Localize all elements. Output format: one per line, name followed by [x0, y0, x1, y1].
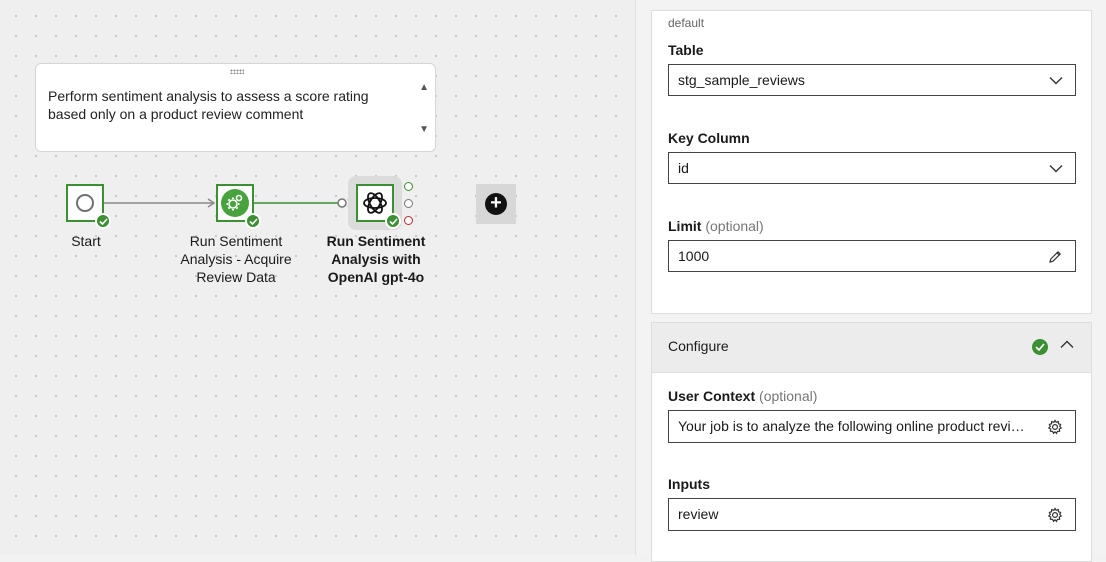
node-start[interactable]	[66, 184, 111, 229]
properties-panel: default Table stg_sample_reviews Key Col…	[635, 0, 1106, 562]
pencil-icon[interactable]	[1047, 249, 1063, 265]
inputs-label: Inputs	[668, 476, 710, 492]
output-port-default[interactable]	[404, 199, 413, 208]
success-check-icon	[245, 213, 261, 229]
success-check-icon	[95, 213, 111, 229]
valid-check-icon	[1032, 339, 1048, 355]
output-port-success[interactable]	[404, 182, 413, 191]
configure-header[interactable]: Configure	[652, 323, 1091, 373]
chevron-down-icon	[1049, 165, 1063, 173]
limit-label: Limit (optional)	[668, 218, 764, 234]
user-context-value: Your job is to analyze the following onl…	[678, 418, 1026, 434]
chevron-up-icon[interactable]	[1060, 340, 1074, 349]
source-settings-card: default Table stg_sample_reviews Key Col…	[651, 10, 1092, 314]
key-column-value: id	[678, 160, 689, 176]
inputs-value: review	[678, 506, 719, 522]
node-acquire-review-data[interactable]	[216, 184, 261, 229]
output-port-error[interactable]	[404, 216, 413, 225]
table-value: stg_sample_reviews	[678, 72, 805, 88]
table-label: Table	[668, 42, 704, 58]
configure-title: Configure	[668, 338, 729, 354]
pipeline-canvas[interactable]: Perform sentiment analysis to assess a s…	[0, 0, 635, 555]
node-openai-gpt-4o[interactable]	[356, 184, 401, 229]
add-node-button[interactable]: +	[476, 184, 516, 224]
table-select[interactable]: stg_sample_reviews	[668, 64, 1076, 96]
configure-section: Configure User Context (optional) Your j…	[651, 322, 1092, 562]
openai-logo-icon	[363, 192, 387, 214]
gear-icon[interactable]	[1047, 419, 1063, 435]
user-context-input[interactable]: Your job is to analyze the following onl…	[668, 410, 1076, 443]
gear-icon[interactable]	[1047, 507, 1063, 523]
user-context-label: User Context (optional)	[668, 388, 818, 404]
input-port	[337, 198, 347, 208]
limit-input[interactable]: 1000	[668, 240, 1076, 272]
node-label-start: Start	[71, 233, 101, 249]
partial-text: default	[668, 16, 705, 30]
limit-value: 1000	[678, 248, 710, 264]
key-column-label: Key Column	[668, 130, 750, 146]
gear-icon	[221, 189, 249, 217]
key-column-select[interactable]: id	[668, 152, 1076, 184]
node-label-acquire: Run Sentiment Analysis - Acquire Review …	[180, 233, 292, 285]
inputs-input[interactable]: review	[668, 498, 1076, 531]
node-label-openai: Run Sentiment Analysis with OpenAI gpt-4…	[326, 233, 426, 285]
success-check-icon	[385, 213, 401, 229]
chevron-down-icon	[1049, 77, 1063, 85]
plus-circle-icon: +	[485, 193, 507, 215]
start-circle-icon	[76, 194, 94, 212]
